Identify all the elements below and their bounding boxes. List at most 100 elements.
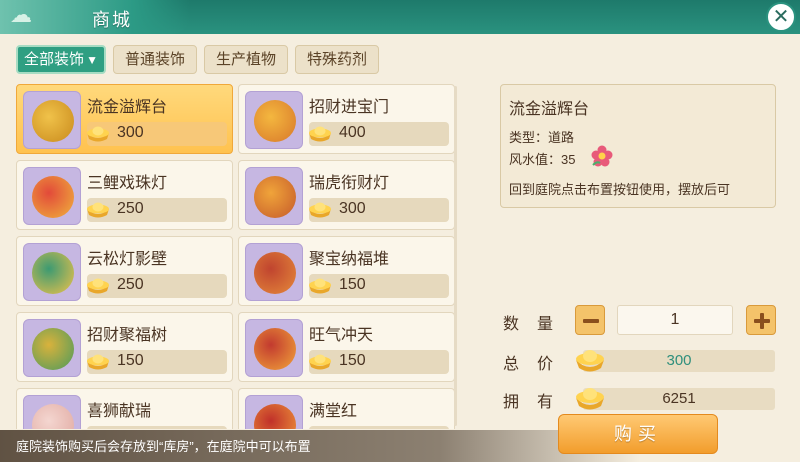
- item-thumbnail: [23, 91, 81, 149]
- item-price: 150: [339, 276, 366, 293]
- footer-hint: 庭院装饰购买后会存放到“库房”，在庭院中可以布置: [16, 439, 311, 454]
- item-price-bar: 300: [87, 122, 227, 146]
- item-price-bar: 250: [87, 198, 227, 222]
- title-bar: ☁ 商城 ✕: [0, 0, 800, 34]
- gold-ingot-icon: [85, 427, 111, 429]
- item-thumbnail: [245, 319, 303, 377]
- item-price: 150: [117, 352, 144, 369]
- decrease-quantity-button[interactable]: [575, 305, 605, 335]
- item-grid: 流金溢辉台 300 招财进宝门 400 三鲤戏珠灯 250 瑞虎衔财灯 300 云松灯影壁 250…: [16, 84, 456, 429]
- detail-item-name: 流金溢辉台: [509, 101, 590, 118]
- shop-window: ☁ 商城 ✕ 全部装饰 ▼ 普通装饰 生产植物 特殊药剂 流金溢辉台 300 招财进宝…: [0, 0, 800, 462]
- total-price-bar: 300: [576, 350, 775, 372]
- item-card[interactable]: 旺气冲天 150: [238, 312, 455, 382]
- item-card[interactable]: 招财聚福树 150: [16, 312, 233, 382]
- gold-ingot-icon: [309, 126, 331, 142]
- scrollbar-track[interactable]: [454, 86, 457, 426]
- item-artwork-icon: [32, 404, 74, 429]
- tab-special-potions[interactable]: 特殊药剂: [295, 45, 379, 74]
- item-detail-panel: 流金溢辉台 类型：道路 风水值：35 回到庭院点击布置按钮使用，摆放后可: [500, 84, 776, 208]
- item-price: 150: [339, 352, 366, 369]
- item-name: 云松灯影壁: [87, 251, 168, 268]
- item-card[interactable]: 三鲤戏珠灯 250: [16, 160, 233, 230]
- total-price-label: 总价: [503, 356, 572, 373]
- item-price-bar: 150: [309, 274, 449, 298]
- item-thumbnail: [23, 319, 81, 377]
- increase-quantity-button[interactable]: [746, 305, 776, 335]
- detail-description: 回到庭院点击布置按钮使用，摆放后可: [509, 182, 731, 197]
- item-name: 招财聚福树: [87, 327, 168, 344]
- item-thumbnail: [245, 395, 303, 429]
- item-price-bar: 150: [309, 350, 449, 374]
- tab-label: 全部装饰: [24, 51, 85, 68]
- item-price-bar: 300: [309, 198, 449, 222]
- quantity-input[interactable]: 1: [617, 305, 733, 335]
- buy-button[interactable]: 购买: [558, 414, 718, 454]
- tab-normal-decor[interactable]: 普通装饰: [113, 45, 197, 74]
- item-artwork-icon: [254, 252, 296, 294]
- item-price-bar: 400: [309, 122, 449, 146]
- item-card[interactable]: 云松灯影壁 250: [16, 236, 233, 306]
- item-price-bar: 150: [87, 350, 227, 374]
- gold-ingot-icon: [309, 202, 331, 218]
- detail-item-type: 类型：道路: [509, 130, 575, 145]
- owned-label: 拥有: [503, 394, 572, 411]
- item-name: 旺气冲天: [309, 327, 374, 344]
- chevron-down-icon: ▼: [86, 53, 98, 67]
- gold-ingot-icon: [576, 350, 604, 372]
- quantity-label: 数量: [503, 316, 572, 333]
- owned-bar: 6251: [576, 388, 775, 410]
- item-artwork-icon: [254, 328, 296, 370]
- item-name: 满堂红: [309, 403, 358, 420]
- item-name: 喜狮献瑞: [87, 403, 152, 420]
- item-card[interactable]: 喜狮献瑞: [16, 388, 233, 429]
- item-card[interactable]: 招财进宝门 400: [238, 84, 455, 154]
- gold-ingot-icon: [307, 427, 333, 429]
- gold-ingot-icon: [87, 278, 109, 294]
- item-name: 流金溢辉台: [87, 99, 168, 116]
- owned-value: 6251: [662, 390, 696, 407]
- tab-all-decor[interactable]: 全部装饰 ▼: [16, 45, 106, 74]
- item-artwork-icon: [254, 176, 296, 218]
- item-name: 聚宝纳福堆: [309, 251, 390, 268]
- tab-production-plants[interactable]: 生产植物: [204, 45, 288, 74]
- gold-ingot-icon: [309, 278, 331, 294]
- item-artwork-icon: [32, 252, 74, 294]
- item-name: 招财进宝门: [309, 99, 390, 116]
- item-price-bar: 250: [87, 274, 227, 298]
- item-price: 400: [339, 124, 366, 141]
- item-thumbnail: [245, 91, 303, 149]
- item-artwork-icon: [32, 328, 74, 370]
- item-thumbnail: [245, 243, 303, 301]
- item-thumbnail: [245, 167, 303, 225]
- item-card[interactable]: 满堂红: [238, 388, 455, 429]
- total-price-value: 300: [666, 352, 692, 369]
- item-thumbnail: [23, 243, 81, 301]
- item-card[interactable]: 流金溢辉台 300: [16, 84, 233, 154]
- gold-ingot-icon: [87, 354, 109, 370]
- item-artwork-icon: [32, 100, 74, 142]
- item-artwork-icon: [254, 404, 296, 429]
- gold-ingot-icon: [87, 126, 109, 142]
- item-price-bar: [309, 426, 449, 429]
- item-price: 250: [117, 200, 144, 217]
- item-price: 250: [117, 276, 144, 293]
- item-price: 300: [117, 124, 144, 141]
- item-card[interactable]: 瑞虎衔财灯 300: [238, 160, 455, 230]
- item-name: 三鲤戏珠灯: [87, 175, 168, 192]
- cloud-ornament-icon: ☁: [10, 2, 32, 27]
- item-artwork-icon: [32, 176, 74, 218]
- gold-ingot-icon: [576, 388, 604, 410]
- item-thumbnail: [23, 395, 81, 429]
- close-button[interactable]: ✕: [766, 2, 796, 32]
- item-card[interactable]: 聚宝纳福堆 150: [238, 236, 455, 306]
- item-artwork-icon: [254, 100, 296, 142]
- gold-ingot-icon: [87, 202, 109, 218]
- flower-icon: [591, 145, 613, 167]
- item-name: 瑞虎衔财灯: [309, 175, 390, 192]
- window-title: 商城: [92, 10, 132, 30]
- item-thumbnail: [23, 167, 81, 225]
- item-price: 300: [339, 200, 366, 217]
- item-price-bar: [87, 426, 227, 429]
- gold-ingot-icon: [309, 354, 331, 370]
